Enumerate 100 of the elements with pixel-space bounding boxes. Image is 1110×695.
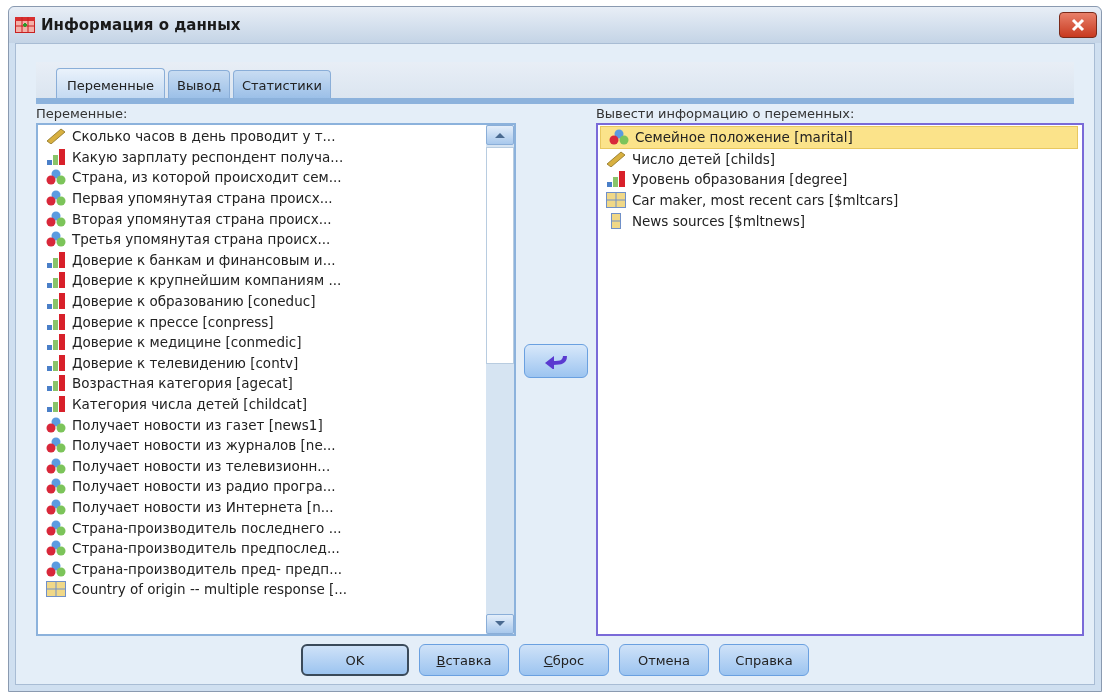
variable-name: Доверие к образованию [coneduc] [72, 293, 316, 310]
variable-name: Вторая упомянутая страна происх... [72, 210, 332, 227]
variable-item[interactable]: Получает новости из газет [news1] [38, 414, 487, 435]
variable-name: Число детей [childs] [631, 150, 775, 167]
up-arrow-icon [494, 132, 507, 138]
circles-icon [46, 231, 66, 248]
circles-icon [46, 169, 66, 186]
table-icon [15, 17, 35, 33]
bar-chart-icon [46, 272, 66, 289]
bar-chart-icon [46, 354, 66, 371]
variable-name: Получает новости из Интернета [n... [72, 499, 334, 515]
bar-chart-icon [46, 396, 66, 412]
variable-item[interactable]: Страна, из которой происходит сем... [38, 167, 487, 188]
variable-name: Получает новости из радио програ... [72, 478, 336, 495]
arrow-icon [543, 353, 569, 369]
variable-item[interactable]: Доверие к крупнейшим компаниям ... [38, 270, 487, 291]
variable-item[interactable]: News sources [$mltnews] [597, 210, 1082, 231]
variable-item[interactable]: Третья упомянутая страна происх... [38, 228, 487, 250]
down-arrow-icon [494, 621, 507, 627]
variable-name: Доверие к прессе [conpress] [72, 313, 274, 330]
variable-name: Возрастная категория [agecat] [72, 375, 293, 392]
variable-name: Доверие к телевидению [contv] [72, 354, 299, 371]
variable-name: Страна-производитель последнего ... [72, 519, 342, 536]
bar-chart-icon [46, 148, 66, 165]
variable-name: Доверие к банкам и финансовым и... [72, 251, 336, 268]
circles-icon [46, 478, 66, 495]
variable-name: Сколько часов в день проводит у т... [72, 128, 336, 145]
variable-item[interactable]: Сколько часов в день проводит у т... [38, 126, 487, 147]
ruler-icon [46, 128, 66, 145]
dialog-button[interactable]: Отмена [619, 644, 709, 676]
variable-item[interactable]: Получает новости из телевизионн... [38, 455, 487, 477]
dialog-button[interactable]: OK [301, 644, 409, 676]
variable-item[interactable]: Какую зарплату респондент получа... [38, 146, 487, 168]
variable-item[interactable]: Получает новости из радио програ... [38, 476, 487, 497]
grid-icon [605, 192, 626, 209]
variable-name: News sources [$mltnews] [631, 212, 806, 229]
variable-item[interactable]: Страна-производитель пред- предп... [38, 558, 487, 580]
variable-item[interactable]: Получает новости из журналов [ne... [38, 434, 487, 456]
grid-icon [46, 581, 66, 598]
variable-item[interactable]: Число детей [childs] [597, 148, 1082, 170]
variable-name: Получает новости из журналов [ne... [72, 437, 336, 454]
variable-name: Первая упомянутая страна происх... [72, 190, 333, 207]
circles-icon [608, 129, 629, 146]
tab[interactable]: Вывод [168, 70, 230, 98]
variable-name: Третья упомянутая страна происх... [72, 231, 331, 248]
variable-name: Страна-производитель предпослед... [72, 540, 340, 557]
scrollbar[interactable] [486, 125, 515, 634]
circles-icon [46, 499, 66, 515]
variable-name: Country of origin -- multiple response [... [72, 581, 348, 598]
variable-name: Семейное положение [marital] [634, 129, 853, 146]
dialog-button[interactable]: Вставка [419, 644, 509, 676]
bar-chart-icon [46, 251, 66, 268]
circles-icon [46, 210, 66, 227]
list-label: Вывести информацию о переменных: [595, 106, 856, 121]
variable-name: Какую зарплату респондент получа... [72, 148, 344, 165]
dialog-button[interactable]: Справка [719, 644, 809, 676]
bar-chart-icon [46, 375, 66, 392]
bar-chart-icon [46, 293, 66, 310]
circles-icon [46, 560, 66, 577]
variable-item[interactable]: Доверие к медицине [conmedic] [38, 331, 487, 353]
variable-item[interactable]: Возрастная категория [agecat] [38, 373, 487, 394]
variable-item[interactable]: Уровень образования [degree] [597, 169, 1082, 190]
tab[interactable]: Статистики [232, 70, 331, 98]
bar-chart-icon [46, 313, 66, 330]
bar-chart-icon [46, 334, 66, 351]
window-title: Информация о данных [41, 16, 242, 34]
variable-item[interactable]: Страна-производитель последнего ... [38, 517, 487, 538]
variable-name: Уровень образования [degree] [631, 171, 848, 188]
tab[interactable]: Переменные [56, 68, 166, 98]
circles-icon [46, 540, 66, 557]
variable-name: Категория числа детей [childcat] [72, 396, 307, 412]
variable-item[interactable]: Доверие к образованию [coneduc] [38, 290, 487, 312]
circles-icon [46, 190, 66, 207]
variable-name: Страна, из которой происходит сем... [72, 169, 342, 186]
variable-name: Страна-производитель пред- предп... [72, 560, 342, 577]
variable-name: Car maker, most recent cars [$mltcars] [631, 192, 899, 209]
variable-item[interactable]: Country of origin -- multiple response [... [38, 579, 487, 600]
variable-item[interactable]: Доверие к прессе [conpress] [38, 311, 487, 332]
variable-item[interactable]: Получает новости из Интернета [n... [38, 496, 487, 518]
variable-item[interactable]: Доверие к телевидению [contv] [38, 352, 487, 374]
variable-item[interactable]: Первая упомянутая страна происх... [38, 187, 487, 209]
variable-name: Получает новости из газет [news1] [72, 416, 323, 433]
variable-name: Доверие к крупнейшим компаниям ... [72, 272, 342, 289]
variable-name: Получает новости из телевизионн... [72, 457, 331, 474]
list-label: Переменные: [36, 106, 129, 121]
scroll-down-button[interactable] [486, 614, 515, 634]
variable-item[interactable]: Категория числа детей [childcat] [38, 393, 487, 415]
scroll-up-button[interactable] [486, 125, 515, 145]
variable-item[interactable]: Семейное положение [marital] [599, 126, 1078, 149]
bar-chart-icon [605, 171, 626, 188]
variable-item[interactable]: Вторая упомянутая страна происх... [38, 208, 487, 229]
variable-item[interactable]: Доверие к банкам и финансовым и... [38, 249, 487, 271]
close-button[interactable] [1059, 12, 1097, 38]
dialog-button[interactable]: Сброс [519, 644, 609, 676]
close-icon [1070, 18, 1086, 32]
variable-item[interactable]: Car maker, most recent cars [$mltcars] [597, 189, 1082, 211]
circles-icon [46, 416, 66, 433]
move-button[interactable] [524, 344, 588, 378]
variable-item[interactable]: Страна-производитель предпослед... [38, 537, 487, 559]
circles-icon [46, 519, 66, 536]
